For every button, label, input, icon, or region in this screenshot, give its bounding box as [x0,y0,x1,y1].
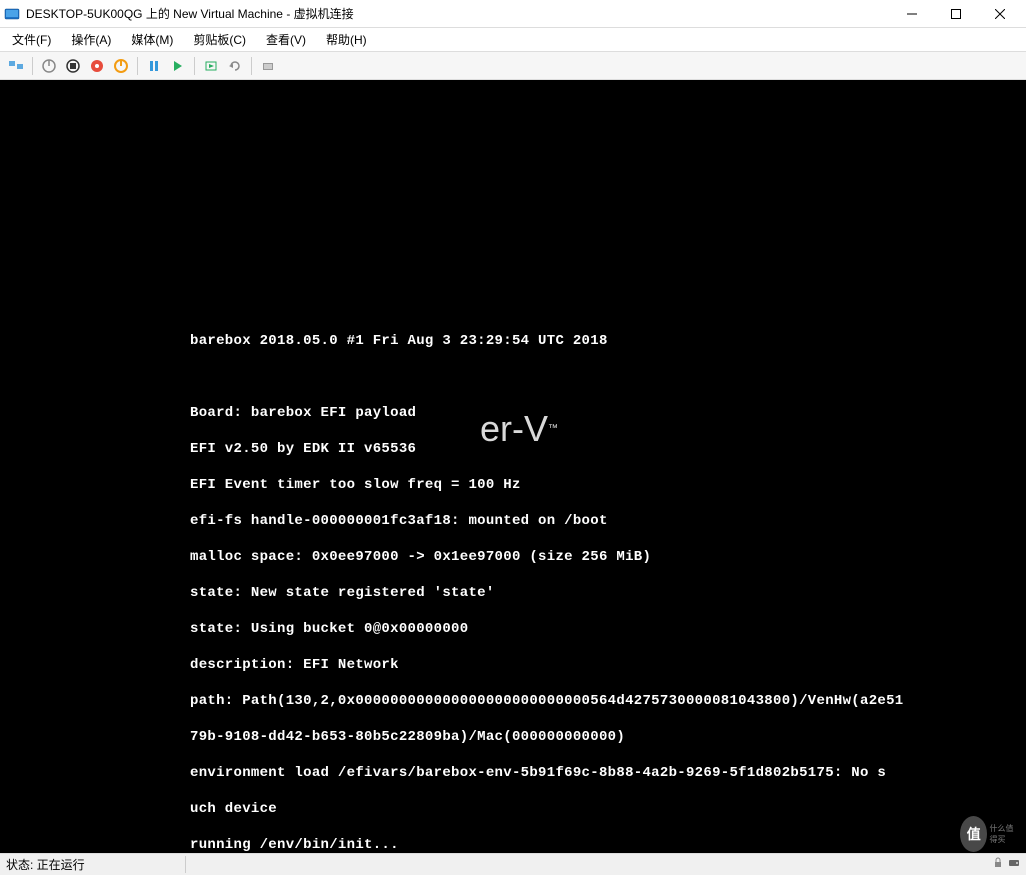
menu-media[interactable]: 媒体(M) [125,29,179,50]
console-line: malloc space: 0x0ee97000 -> 0x1ee97000 (… [190,548,1026,566]
menu-file[interactable]: 文件(F) [6,29,57,50]
console-line: 79b-9108-dd42-b653-80b5c22809ba)/Mac(000… [190,728,1026,746]
menu-clipboard[interactable]: 剪贴板(C) [187,29,252,50]
window-controls [890,0,1022,28]
save-icon[interactable] [111,56,131,76]
console-line: efi-fs handle-000000001fc3af18: mounted … [190,512,1026,530]
lock-icon [992,857,1004,872]
app-icon [4,6,20,22]
ctrl-alt-del-icon[interactable] [6,56,26,76]
console-line: Board: barebox EFI payload [190,404,1026,422]
statusbar: 状态: 正在运行 [0,853,1026,875]
minimize-button[interactable] [890,0,934,28]
menu-action[interactable]: 操作(A) [65,29,117,50]
menubar: 文件(F) 操作(A) 媒体(M) 剪贴板(C) 查看(V) 帮助(H) [0,28,1026,52]
console-line: running /env/bin/init... [190,836,1026,853]
shutdown-icon[interactable] [87,56,107,76]
menu-view[interactable]: 查看(V) [260,29,312,50]
console-line: state: Using bucket 0@0x00000000 [190,620,1026,638]
console-line: environment load /efivars/barebox-env-5b… [190,764,1026,782]
toolbar-separator [32,57,33,75]
reset-icon[interactable] [168,56,188,76]
console-line: EFI v2.50 by EDK II v65536 [190,440,1026,458]
console-line: path: Path(130,2,0x000000000000000000000… [190,692,1026,710]
turn-off-icon[interactable] [63,56,83,76]
disk-icon [1008,857,1020,872]
vm-console[interactable]: er-V™ barebox 2018.05.0 #1 Fri Aug 3 23:… [0,80,1026,853]
console-line: uch device [190,800,1026,818]
status-text: 状态: 正在运行 [6,856,186,873]
console-line: state: New state registered 'state' [190,584,1026,602]
start-icon[interactable] [39,56,59,76]
maximize-button[interactable] [934,0,978,28]
toolbar-separator [251,57,252,75]
toolbar-separator [137,57,138,75]
toolbar-separator [194,57,195,75]
pause-icon[interactable] [144,56,164,76]
console-line: barebox 2018.05.0 #1 Fri Aug 3 23:29:54 … [190,332,1026,350]
console-output: barebox 2018.05.0 #1 Fri Aug 3 23:29:54 … [190,314,1026,853]
toolbar [0,52,1026,80]
revert-icon[interactable] [225,56,245,76]
console-line: EFI Event timer too slow freq = 100 Hz [190,476,1026,494]
console-line: description: EFI Network [190,656,1026,674]
close-button[interactable] [978,0,1022,28]
menu-help[interactable]: 帮助(H) [320,29,373,50]
window-titlebar: DESKTOP-5UK00QG 上的 New Virtual Machine -… [0,0,1026,28]
share-icon[interactable] [258,56,278,76]
status-indicators [992,857,1020,872]
smzdm-icon: 值 [960,816,987,852]
checkpoint-icon[interactable] [201,56,221,76]
watermark-logo: 值 什么值得买 [960,819,1020,849]
window-title: DESKTOP-5UK00QG 上的 New Virtual Machine -… [26,5,890,22]
